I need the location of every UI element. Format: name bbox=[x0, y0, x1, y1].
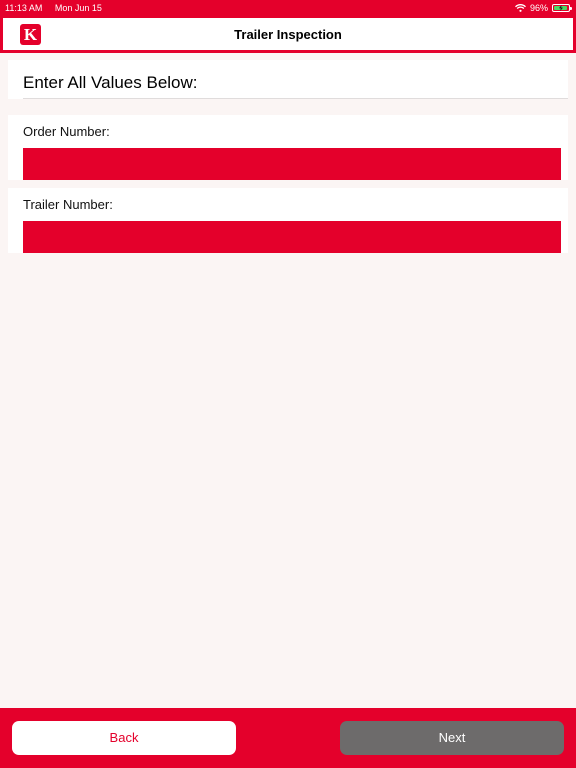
bolt-icon bbox=[559, 5, 563, 11]
navigation-frame: K Trailer Inspection bbox=[0, 16, 576, 53]
status-bar: 11:13 AM Mon Jun 15 96% bbox=[0, 0, 576, 16]
wifi-icon bbox=[515, 4, 526, 12]
page-title: Trailer Inspection bbox=[234, 27, 342, 42]
order-number-input[interactable] bbox=[23, 148, 561, 180]
status-date: Mon Jun 15 bbox=[54, 3, 102, 13]
trailer-number-label: Trailer Number: bbox=[23, 197, 113, 212]
order-number-label: Order Number: bbox=[23, 124, 110, 139]
bottom-toolbar: Back Next bbox=[0, 708, 576, 768]
trailer-number-section: Trailer Number: bbox=[8, 188, 568, 253]
form-heading-section: Enter All Values Below: bbox=[8, 60, 568, 99]
status-time: 11:13 AM bbox=[5, 3, 43, 13]
heading-divider bbox=[23, 98, 568, 99]
battery-percent: 96% bbox=[529, 3, 548, 13]
form-heading: Enter All Values Below: bbox=[23, 73, 198, 92]
battery-icon bbox=[552, 4, 572, 12]
order-number-section: Order Number: bbox=[8, 115, 568, 180]
back-button[interactable]: Back bbox=[12, 721, 236, 755]
status-right: 96% bbox=[515, 3, 572, 13]
next-button[interactable]: Next bbox=[340, 721, 564, 755]
trailer-number-input[interactable] bbox=[23, 221, 561, 253]
status-left: 11:13 AM Mon Jun 15 bbox=[5, 3, 112, 13]
navigation-bar: K Trailer Inspection bbox=[3, 18, 573, 50]
